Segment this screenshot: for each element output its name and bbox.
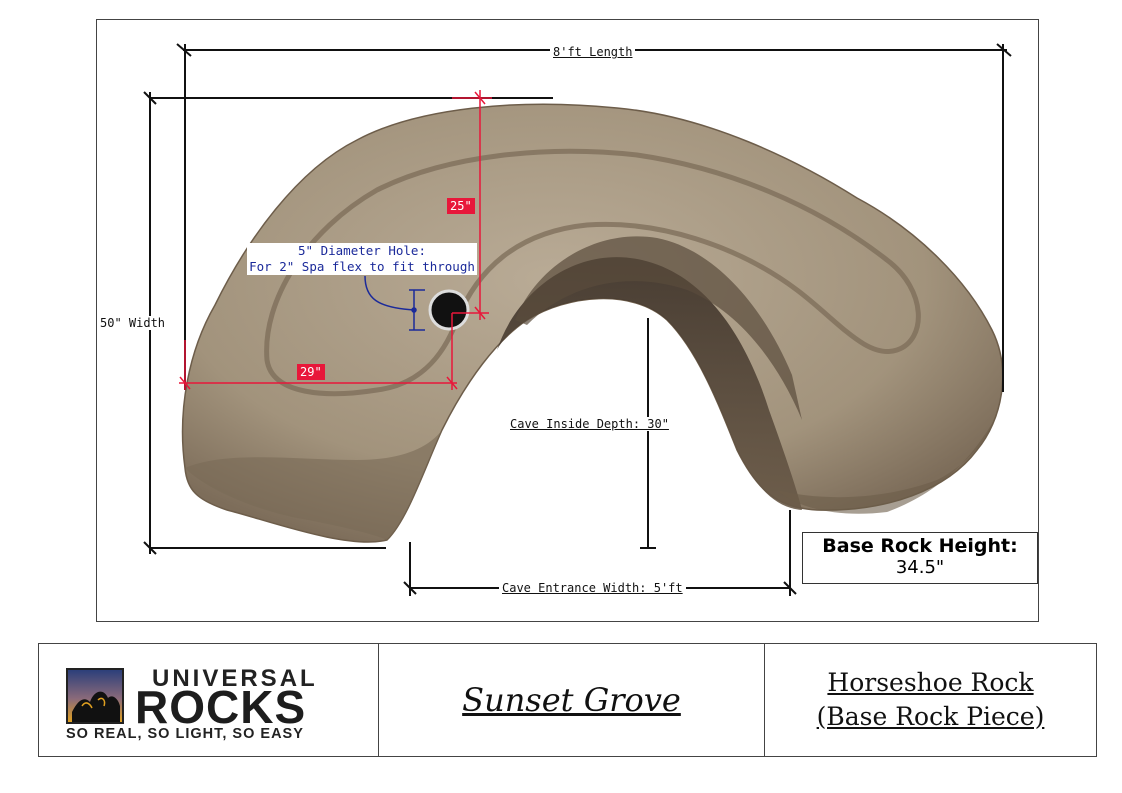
hole-note: 5" Diameter Hole: For 2" Spa flex to fit… bbox=[247, 243, 477, 275]
piece-name: Horseshoe Rock bbox=[827, 668, 1034, 697]
width-dimension-label: 50" Width bbox=[100, 316, 166, 330]
base-height-value: 34.5" bbox=[895, 557, 945, 578]
base-height-label: Base Rock Height: bbox=[822, 535, 1018, 557]
project-cell: Sunset Grove bbox=[379, 644, 765, 756]
brand-tagline: SO REAL, SO LIGHT, SO EASY bbox=[66, 726, 304, 742]
length-dimension-label: 8'ft Length bbox=[550, 45, 636, 59]
base-height-box: Base Rock Height: 34.5" bbox=[802, 532, 1038, 584]
piece-type: (Base Rock Piece) bbox=[816, 702, 1045, 731]
hole-note-line1: 5" Diameter Hole: bbox=[298, 243, 426, 258]
title-block: UNIVERSAL ROCKS SO REAL, SO LIGHT, SO EA… bbox=[38, 643, 1097, 757]
logo-cell: UNIVERSAL ROCKS SO REAL, SO LIGHT, SO EA… bbox=[39, 644, 379, 756]
universal-rocks-logo-mark bbox=[66, 668, 124, 724]
project-name: Sunset Grove bbox=[462, 681, 681, 719]
cave-depth-label: Cave Inside Depth: 30" bbox=[507, 417, 672, 431]
cave-entrance-width-label: Cave Entrance Width: 5'ft bbox=[499, 581, 686, 595]
piece-cell: Horseshoe Rock (Base Rock Piece) bbox=[765, 644, 1096, 756]
hole-side-distance-tag: 29" bbox=[297, 364, 325, 380]
horseshoe-rock-photo bbox=[181, 103, 1004, 543]
hole-front-distance-tag: 25" bbox=[447, 198, 475, 214]
hole-note-line2: For 2" Spa flex to fit through bbox=[249, 259, 475, 274]
